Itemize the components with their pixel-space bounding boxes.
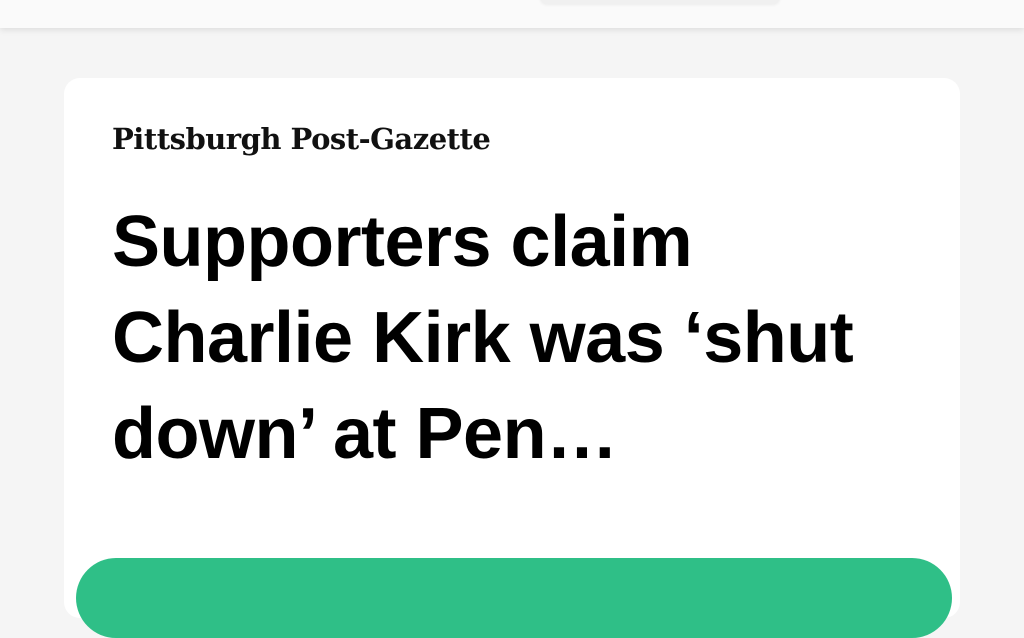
article-card[interactable]: Pittsburgh Post-Gazette Supporters claim… [64, 78, 960, 638]
top-bar [0, 0, 1024, 28]
publisher-logo: Pittsburgh Post-Gazette [112, 122, 491, 156]
article-action-button[interactable] [76, 558, 952, 638]
top-search-pill[interactable] [540, 0, 780, 4]
article-headline[interactable]: Supporters claim Charlie Kirk was ‘shut … [112, 194, 912, 482]
